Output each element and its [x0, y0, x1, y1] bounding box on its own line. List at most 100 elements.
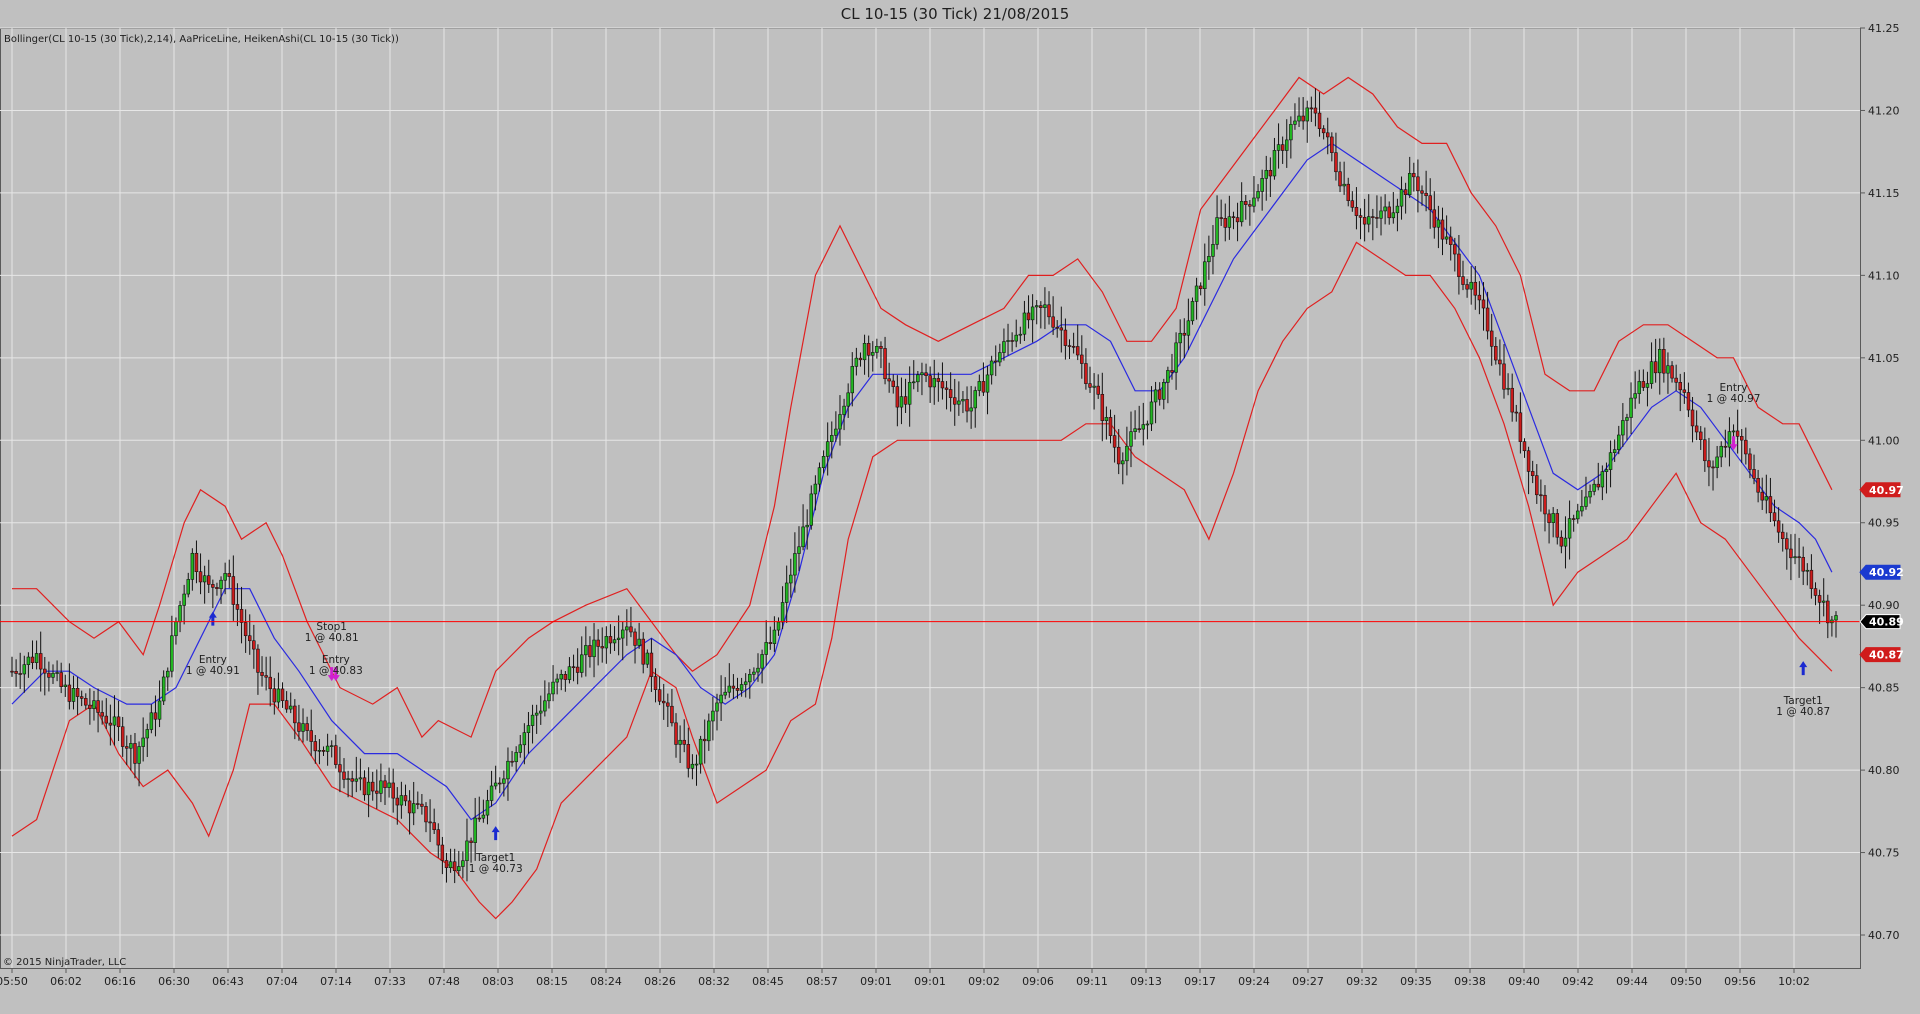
candle-bull [202, 575, 207, 583]
y-tick-label: 40.75 [1868, 847, 1900, 860]
candle-bull [473, 817, 477, 843]
candle-bull [22, 664, 27, 675]
candle-bull [1793, 556, 1797, 559]
candle-bull [1178, 332, 1182, 344]
candle-bear [1412, 173, 1416, 178]
candle-bull [346, 778, 350, 780]
candle-bear [1518, 412, 1523, 442]
candle-bear [75, 687, 80, 697]
candle-bull [448, 861, 453, 868]
price-badge: 40.97 [1859, 482, 1904, 498]
candle-bear [928, 375, 932, 388]
candle-bear [1477, 294, 1482, 301]
candle-bull [145, 729, 150, 739]
candle-bull [1625, 417, 1629, 421]
candle-bear [403, 795, 408, 802]
candle-bull [457, 866, 461, 872]
candle-bear [1223, 218, 1227, 228]
candle-bear [231, 576, 236, 605]
candle-bear [100, 712, 104, 717]
candle-bear [1338, 171, 1342, 187]
candle-bear [1653, 361, 1658, 374]
candle-bull [534, 712, 539, 716]
candle-bear [207, 575, 211, 585]
candle-bear [116, 716, 121, 728]
candle-bull [920, 372, 924, 376]
candle-bear [1535, 475, 1539, 496]
candle-bear [1748, 453, 1752, 470]
candle-bull [1043, 304, 1047, 308]
candle-bear [1526, 450, 1531, 472]
candle-bull [137, 746, 141, 764]
candle-bear [215, 587, 219, 590]
candle-bull [1207, 256, 1211, 263]
candle-bull [809, 493, 814, 526]
candle-bear [395, 797, 400, 806]
candle-bear [653, 676, 658, 690]
candle-bull [1588, 491, 1592, 498]
candle-bear [661, 700, 666, 704]
candle-bear [362, 777, 367, 796]
candle-bear [903, 396, 908, 405]
candle-bear [1826, 600, 1830, 624]
y-tick-label: 40.95 [1868, 517, 1900, 530]
candle-bear [563, 674, 568, 680]
candle-bull [129, 743, 133, 749]
candle-bear [1039, 305, 1043, 308]
x-tick-label: 08:24 [590, 975, 622, 988]
candle-bear [1481, 299, 1486, 309]
price-badge-label: 40.97 [1869, 484, 1904, 497]
candle-bear [1244, 201, 1248, 205]
candle-bull [1551, 513, 1555, 524]
candle-bull [1399, 189, 1404, 207]
candle-bear [940, 381, 945, 389]
candle-bear [1489, 330, 1494, 347]
candle-bull [547, 693, 551, 702]
candle-bear [702, 738, 707, 742]
candle-bear [1813, 588, 1818, 596]
candle-bull [1252, 197, 1256, 207]
candle-bear [1694, 425, 1699, 433]
candle-bear [883, 348, 887, 380]
candle-bear [1760, 491, 1764, 501]
candle-bull [1190, 301, 1195, 322]
candle-bear [1797, 556, 1801, 559]
candle-bear [682, 739, 686, 745]
x-tick-label: 09:06 [1022, 975, 1054, 988]
candle-bull [1436, 219, 1441, 228]
candle-bear [420, 803, 424, 807]
candle-bull [1227, 216, 1232, 228]
candle-bull [1637, 381, 1641, 394]
candle-bull [366, 781, 371, 796]
candle-bear [1739, 436, 1744, 441]
y-tick-label: 41.10 [1868, 269, 1900, 282]
candle-bear [866, 343, 871, 356]
candle-bull [51, 672, 55, 678]
candle-bear [887, 378, 891, 382]
candle-bull [842, 405, 846, 415]
candle-bull [1018, 333, 1023, 336]
candle-bull [1022, 312, 1027, 335]
x-tick-label: 09:13 [1130, 975, 1162, 988]
candle-bull [1014, 334, 1018, 342]
candle-bull [63, 684, 68, 688]
candle-bull [1805, 569, 1810, 572]
candle-bear [88, 704, 92, 709]
candle-bear [1699, 431, 1703, 441]
candle-bear [858, 357, 863, 361]
candle-bear [1670, 365, 1674, 379]
candle-bull [358, 777, 363, 780]
candle-bull [989, 360, 994, 376]
candle-bear [260, 672, 264, 676]
candle-bear [1641, 381, 1646, 388]
candle-bull [526, 725, 531, 733]
candle-bull [813, 483, 818, 495]
candle-bear [768, 642, 773, 644]
candle-bear [1674, 377, 1678, 383]
candle-bull [797, 546, 801, 554]
candle-bull [1506, 387, 1510, 390]
candle-bull [149, 712, 154, 730]
candle-bull [817, 467, 822, 485]
candle-bear [965, 399, 969, 412]
candle-bear [891, 380, 895, 387]
